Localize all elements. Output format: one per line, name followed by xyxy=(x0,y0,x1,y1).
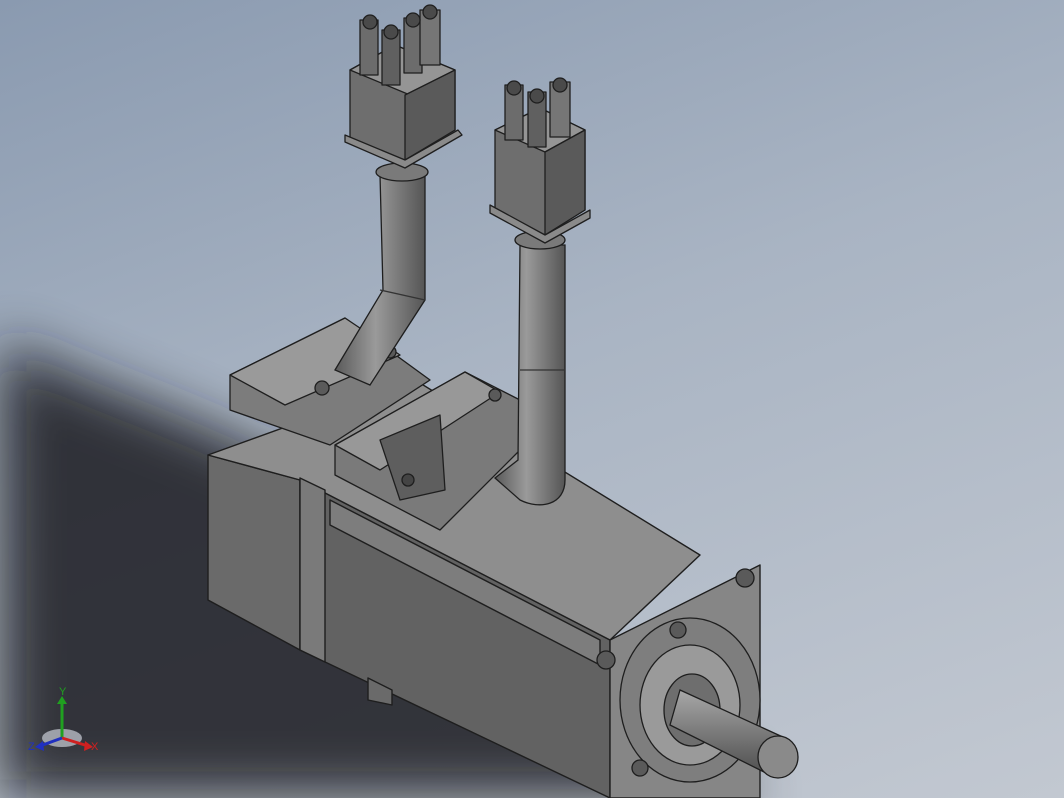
mount-hole-icon xyxy=(631,759,649,777)
mount-hole-icon xyxy=(669,621,687,639)
mount-hole-icon xyxy=(596,650,616,670)
encoder-plug-connector[interactable] xyxy=(489,77,591,244)
graphics-viewport[interactable]: Y X Z xyxy=(0,0,1064,798)
power-plug-connector[interactable] xyxy=(344,4,463,169)
triad-y-label: Y xyxy=(59,686,67,698)
mount-hole-icon xyxy=(735,568,755,588)
power-cable[interactable] xyxy=(334,174,426,386)
triad-z-label: Z xyxy=(28,741,35,753)
triad-x-label: X xyxy=(91,741,99,753)
model-view[interactable]: Y X Z xyxy=(0,0,1064,798)
